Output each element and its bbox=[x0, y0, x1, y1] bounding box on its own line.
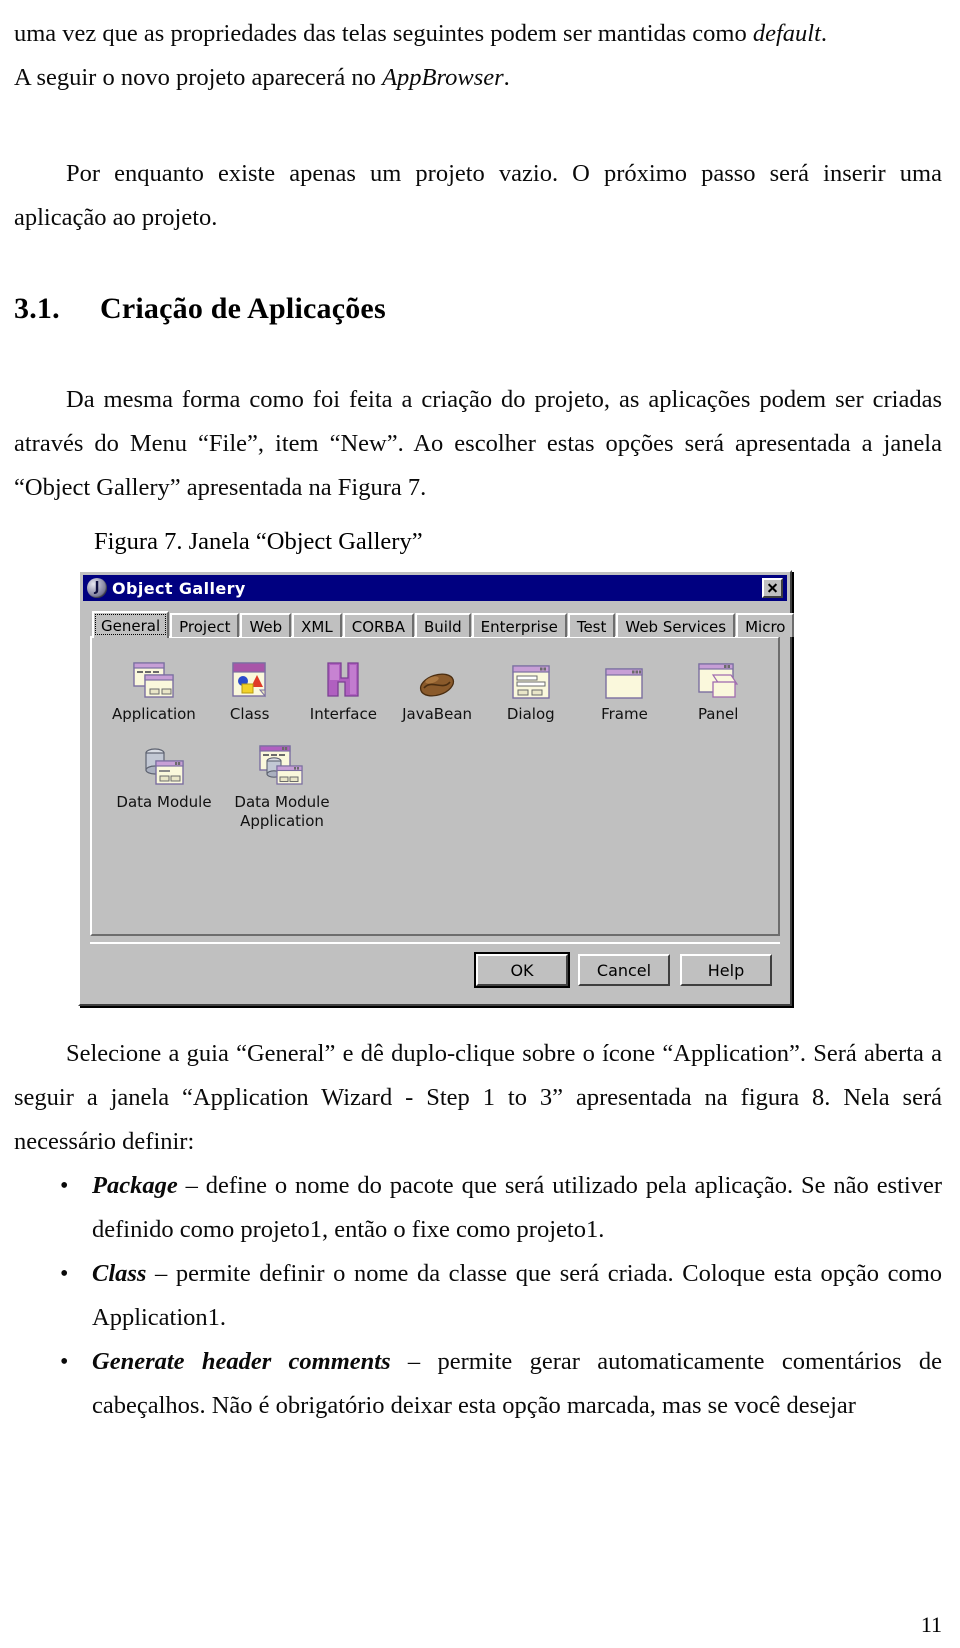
page-number: 11 bbox=[920, 1612, 942, 1637]
gallery-item-application[interactable]: Application bbox=[112, 654, 196, 724]
gallery-item-javabean[interactable]: JavaBean bbox=[397, 654, 477, 724]
gallery-row-1: Application Class Interface JavaBean Dia… bbox=[98, 654, 772, 724]
bullet-text: permite definir o nome da classe que ser… bbox=[92, 1260, 943, 1331]
jbuilder-globe-icon bbox=[87, 578, 107, 598]
gallery-item-panel[interactable]: Panel bbox=[678, 654, 758, 724]
emphasis-default: default bbox=[752, 20, 821, 47]
section-number: 3.1. bbox=[14, 292, 60, 325]
bullet-dash: – bbox=[390, 1348, 438, 1375]
document-page: uma vez que as propriedades das telas se… bbox=[0, 0, 960, 1648]
gallery-item-frame[interactable]: Frame bbox=[585, 654, 665, 724]
tab-build[interactable]: Build bbox=[415, 613, 471, 637]
paragraph-text: uma vez que as propriedades das telas se… bbox=[14, 20, 753, 47]
gallery-item-interface[interactable]: Interface bbox=[304, 654, 384, 724]
close-icon[interactable] bbox=[762, 578, 783, 598]
frame-window-icon bbox=[585, 654, 665, 700]
gallery-item-label: Interface bbox=[309, 705, 377, 723]
gallery-item-label: Dialog bbox=[506, 705, 555, 723]
definition-bullet-list: • Package – define o nome do pacote que … bbox=[14, 1164, 942, 1428]
gallery-item-label: Data Module bbox=[116, 793, 212, 811]
gallery-item-class[interactable]: Class bbox=[210, 654, 290, 724]
emphasis-appbrowser: AppBrowser bbox=[382, 64, 504, 91]
object-gallery-dialog: Object Gallery General Project Web XML C… bbox=[78, 570, 795, 1006]
bullet-icon: • bbox=[60, 1349, 69, 1375]
dialog-titlebar[interactable]: Object Gallery bbox=[83, 575, 787, 601]
paragraph-appbrowser: A seguir o novo projeto aparecerá no App… bbox=[14, 56, 942, 100]
list-item: • Generate header comments – permite ger… bbox=[14, 1340, 942, 1428]
tab-project[interactable]: Project bbox=[170, 613, 240, 637]
coffee-bean-icon bbox=[397, 654, 477, 700]
dialog-title: Object Gallery bbox=[112, 578, 246, 598]
gallery-item-label: Panel bbox=[697, 705, 739, 723]
bullet-term: Generate header comments bbox=[92, 1348, 391, 1375]
gallery-item-label: Class bbox=[229, 705, 270, 723]
dialog-button-row: OK Cancel Help bbox=[90, 942, 780, 994]
bullet-term: Package bbox=[92, 1172, 178, 1199]
bullet-term: Class bbox=[92, 1260, 147, 1287]
gallery-row-2: Data Module Data Module Application bbox=[98, 742, 772, 831]
paragraph-text: A seguir o novo projeto aparecerá no bbox=[14, 64, 383, 91]
bullet-dash: – bbox=[146, 1260, 176, 1287]
tab-test[interactable]: Test bbox=[567, 613, 616, 637]
paragraph-empty-project: Por enquanto existe apenas um projeto va… bbox=[14, 160, 942, 231]
tab-micro[interactable]: Micro bbox=[736, 613, 795, 637]
gallery-item-label: Application bbox=[112, 705, 196, 723]
bullet-text: define o nome do pacote que será utiliza… bbox=[92, 1172, 942, 1243]
tab-web[interactable]: Web bbox=[240, 613, 292, 637]
paragraph-continuation: uma vez que as propriedades das telas se… bbox=[14, 12, 942, 56]
section-title: Criação de Aplicações bbox=[100, 292, 386, 325]
class-shapes-icon bbox=[210, 654, 290, 700]
gallery-item-label: Frame bbox=[601, 705, 648, 723]
cancel-button[interactable]: Cancel bbox=[578, 954, 670, 986]
tab-enterprise[interactable]: Enterprise bbox=[471, 613, 567, 637]
dialog-window-icon bbox=[491, 654, 571, 700]
paragraph-select-general: Selecione a guia “General” e dê duplo-cl… bbox=[14, 1040, 942, 1155]
tab-xml[interactable]: XML bbox=[292, 613, 342, 637]
gallery-item-label: Data Module Application bbox=[234, 793, 330, 830]
paragraph-period: . bbox=[820, 20, 828, 47]
gallery-item-data-module[interactable]: Data Module bbox=[112, 742, 216, 812]
gallery-item-data-module-application[interactable]: Data Module Application bbox=[230, 742, 334, 831]
gallery-item-dialog[interactable]: Dialog bbox=[491, 654, 571, 724]
interface-blocks-icon bbox=[304, 654, 384, 700]
list-item: • Class – permite definir o nome da clas… bbox=[14, 1252, 942, 1340]
bullet-icon: • bbox=[60, 1261, 69, 1287]
application-window-icon bbox=[112, 654, 196, 700]
paragraph-object-gallery-intro: Da mesma forma como foi feita a criação … bbox=[14, 386, 942, 501]
help-button[interactable]: Help bbox=[680, 954, 772, 986]
tab-corba[interactable]: CORBA bbox=[342, 613, 414, 637]
figure-caption: Figura 7. Janela “Object Gallery” bbox=[94, 528, 423, 555]
data-module-application-icon bbox=[230, 742, 334, 788]
paragraph-period: . bbox=[503, 64, 510, 91]
bullet-icon: • bbox=[60, 1173, 69, 1199]
tab-general[interactable]: General bbox=[92, 611, 170, 638]
ok-button[interactable]: OK bbox=[476, 954, 568, 986]
panel-window-icon bbox=[678, 654, 758, 700]
tab-page-general: Application Class Interface JavaBean Dia… bbox=[90, 636, 780, 936]
page-title: 3.1. Criação de Aplicações bbox=[14, 292, 942, 326]
bullet-dash: – bbox=[177, 1172, 206, 1199]
tab-web-services[interactable]: Web Services bbox=[616, 613, 736, 637]
gallery-item-label: JavaBean bbox=[402, 705, 473, 723]
dialog-body: General Project Web XML CORBA Build Ente… bbox=[80, 601, 795, 1004]
gallery-icon-grid: Application Class Interface JavaBean Dia… bbox=[98, 654, 772, 831]
tab-strip: General Project Web XML CORBA Build Ente… bbox=[90, 609, 795, 638]
data-module-icon bbox=[112, 742, 216, 788]
list-item: • Package – define o nome do pacote que … bbox=[14, 1164, 942, 1252]
